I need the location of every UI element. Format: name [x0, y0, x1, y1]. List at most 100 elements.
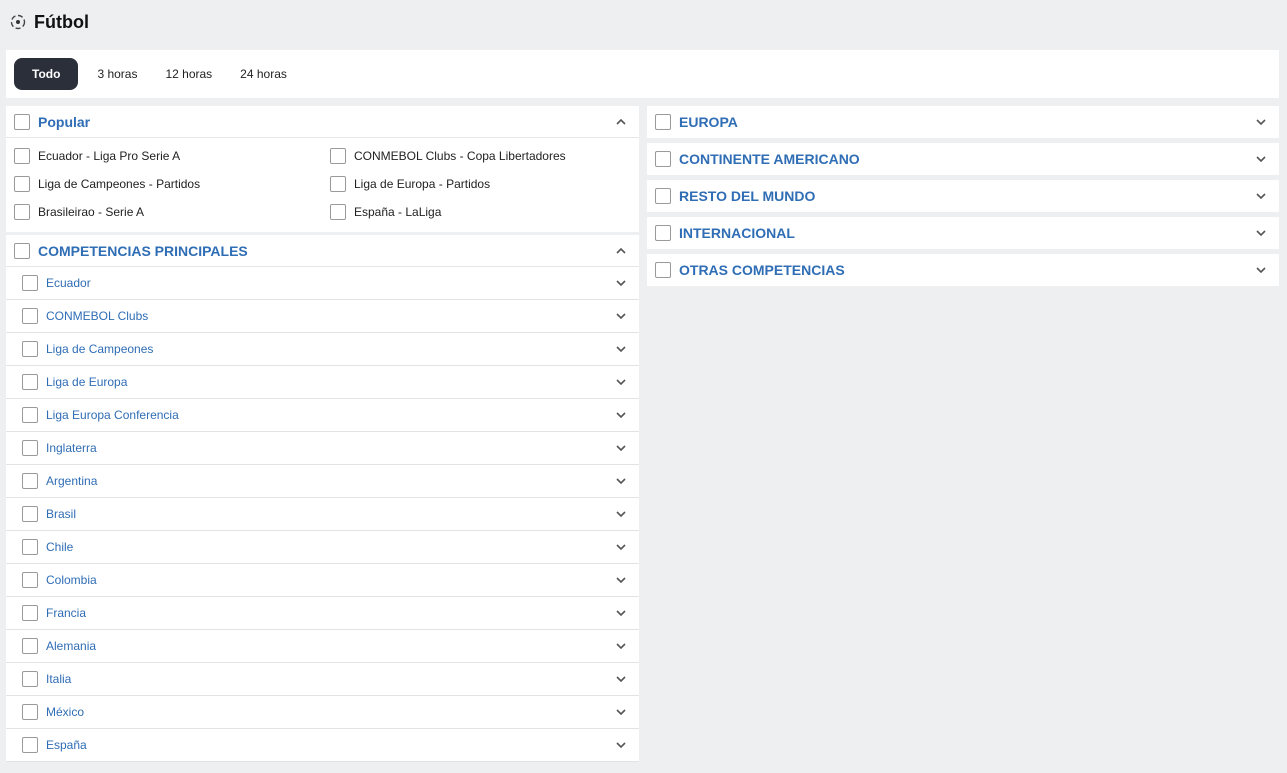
- competition-row[interactable]: CONMEBOL Clubs: [6, 300, 639, 333]
- popular-item[interactable]: Ecuador - Liga Pro Serie A: [14, 142, 330, 170]
- competition-row[interactable]: Chile: [6, 531, 639, 564]
- chevron-up-icon[interactable]: [615, 116, 627, 128]
- chevron-down-icon[interactable]: [1255, 116, 1267, 128]
- region-checkbox[interactable]: [655, 114, 671, 130]
- competition-row[interactable]: Francia: [6, 597, 639, 630]
- chevron-down-icon[interactable]: [615, 673, 627, 685]
- filter-12h-button[interactable]: 12 horas: [151, 58, 226, 90]
- competition-row[interactable]: México: [6, 696, 639, 729]
- popular-item-checkbox[interactable]: [14, 148, 30, 164]
- principales-list: Ecuador CONMEBOL Clubs Liga de Campeones Li…: [6, 267, 639, 762]
- region-checkbox[interactable]: [655, 188, 671, 204]
- chevron-down-icon[interactable]: [1255, 153, 1267, 165]
- filter-3h-button[interactable]: 3 horas: [83, 58, 151, 90]
- popular-item[interactable]: Brasileirao - Serie A: [14, 198, 330, 226]
- competition-row[interactable]: Ecuador: [6, 267, 639, 300]
- competition-row[interactable]: Liga de Europa: [6, 366, 639, 399]
- chevron-down-icon[interactable]: [615, 640, 627, 652]
- chevron-down-icon[interactable]: [1255, 227, 1267, 239]
- popular-item-label: España - LaLiga: [354, 205, 442, 219]
- region-checkbox[interactable]: [655, 225, 671, 241]
- chevron-down-icon[interactable]: [615, 409, 627, 421]
- region-checkbox[interactable]: [655, 262, 671, 278]
- popular-item[interactable]: Liga de Campeones - Partidos: [14, 170, 330, 198]
- popular-header[interactable]: Popular: [6, 106, 639, 138]
- competition-label: España: [46, 738, 87, 752]
- popular-item-label: Liga de Campeones - Partidos: [38, 177, 201, 191]
- region-panel[interactable]: OTRAS COMPETENCIAS: [647, 254, 1279, 286]
- competition-row[interactable]: Brasil: [6, 498, 639, 531]
- principales-panel: COMPETENCIAS PRINCIPALES Ecuador CONMEBOL…: [6, 235, 639, 762]
- chevron-down-icon[interactable]: [1255, 264, 1267, 276]
- competition-row[interactable]: Argentina: [6, 465, 639, 498]
- principales-checkbox[interactable]: [14, 242, 30, 259]
- chevron-down-icon[interactable]: [615, 475, 627, 487]
- competition-checkbox[interactable]: [22, 506, 38, 522]
- competition-checkbox[interactable]: [22, 572, 38, 588]
- region-panel[interactable]: EUROPA: [647, 106, 1279, 138]
- chevron-down-icon[interactable]: [615, 739, 627, 751]
- chevron-down-icon[interactable]: [615, 442, 627, 454]
- right-column: EUROPA CONTINENTE AMERICANO RESTO DEL MUND…: [647, 106, 1279, 291]
- left-column: Popular Ecuador - Liga Pro Serie A CONME…: [6, 106, 639, 762]
- competition-label: Liga de Europa: [46, 375, 128, 389]
- competition-checkbox[interactable]: [22, 704, 38, 720]
- competition-row[interactable]: Liga de Campeones: [6, 333, 639, 366]
- competition-checkbox[interactable]: [22, 407, 38, 423]
- region-checkbox[interactable]: [655, 151, 671, 167]
- competition-checkbox[interactable]: [22, 605, 38, 621]
- popular-item-checkbox[interactable]: [14, 204, 30, 220]
- competition-row[interactable]: Inglaterra: [6, 432, 639, 465]
- popular-checkbox[interactable]: [14, 113, 30, 130]
- popular-item[interactable]: CONMEBOL Clubs - Copa Libertadores: [330, 142, 630, 170]
- competition-label: Ecuador: [46, 276, 91, 290]
- popular-item-checkbox[interactable]: [330, 204, 346, 220]
- filter-todo-button[interactable]: Todo: [14, 58, 79, 90]
- region-panel[interactable]: RESTO DEL MUNDO: [647, 180, 1279, 212]
- region-panel[interactable]: CONTINENTE AMERICANO: [647, 143, 1279, 175]
- competition-label: Brasil: [46, 507, 77, 521]
- competition-row[interactable]: Alemania: [6, 630, 639, 663]
- popular-item-checkbox[interactable]: [14, 176, 30, 192]
- competition-label: Liga Europa Conferencia: [46, 408, 179, 422]
- region-label: CONTINENTE AMERICANO: [679, 151, 860, 167]
- competition-checkbox[interactable]: [22, 275, 38, 291]
- competition-row[interactable]: Colombia: [6, 564, 639, 597]
- competition-checkbox[interactable]: [22, 440, 38, 456]
- chevron-down-icon[interactable]: [615, 574, 627, 586]
- chevron-up-icon[interactable]: [615, 245, 627, 257]
- competition-label: Colombia: [46, 573, 97, 587]
- competition-row[interactable]: España: [6, 729, 639, 762]
- chevron-down-icon[interactable]: [615, 343, 627, 355]
- competition-row[interactable]: Liga Europa Conferencia: [6, 399, 639, 432]
- region-label: EUROPA: [679, 114, 738, 130]
- chevron-down-icon[interactable]: [615, 508, 627, 520]
- competition-checkbox[interactable]: [22, 539, 38, 555]
- popular-item[interactable]: Liga de Europa - Partidos: [330, 170, 630, 198]
- principales-header[interactable]: COMPETENCIAS PRINCIPALES: [6, 235, 639, 267]
- competition-checkbox[interactable]: [22, 308, 38, 324]
- chevron-down-icon[interactable]: [615, 310, 627, 322]
- competition-checkbox[interactable]: [22, 473, 38, 489]
- popular-item-checkbox[interactable]: [330, 148, 346, 164]
- region-label: OTRAS COMPETENCIAS: [679, 262, 845, 278]
- competition-checkbox[interactable]: [22, 671, 38, 687]
- region-panel[interactable]: INTERNACIONAL: [647, 217, 1279, 249]
- competition-checkbox[interactable]: [22, 341, 38, 357]
- chevron-down-icon[interactable]: [615, 607, 627, 619]
- popular-item-checkbox[interactable]: [330, 176, 346, 192]
- chevron-down-icon[interactable]: [615, 541, 627, 553]
- chevron-down-icon[interactable]: [615, 277, 627, 289]
- competition-checkbox[interactable]: [22, 737, 38, 753]
- popular-item-label: Ecuador - Liga Pro Serie A: [38, 149, 181, 163]
- competition-row[interactable]: Italia: [6, 663, 639, 696]
- chevron-down-icon[interactable]: [615, 376, 627, 388]
- competition-label: Alemania: [46, 639, 97, 653]
- filter-24h-button[interactable]: 24 horas: [226, 58, 301, 90]
- region-label: INTERNACIONAL: [679, 225, 795, 241]
- chevron-down-icon[interactable]: [1255, 190, 1267, 202]
- competition-checkbox[interactable]: [22, 374, 38, 390]
- popular-item[interactable]: España - LaLiga: [330, 198, 630, 226]
- chevron-down-icon[interactable]: [615, 706, 627, 718]
- competition-checkbox[interactable]: [22, 638, 38, 654]
